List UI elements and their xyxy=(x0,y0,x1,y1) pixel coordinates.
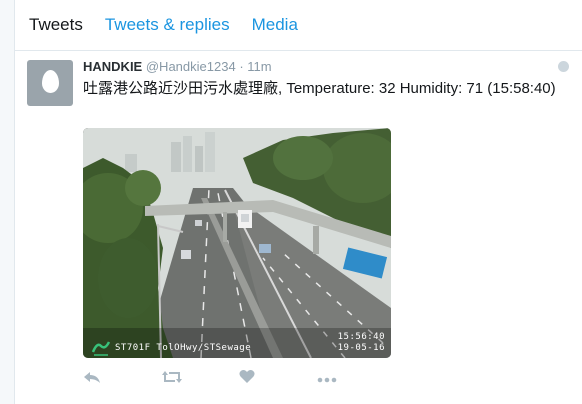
more-icon[interactable] xyxy=(317,369,337,389)
tab-tweets-and-replies[interactable]: Tweets & replies xyxy=(105,15,230,35)
camera-logo-icon xyxy=(91,341,111,356)
traffic-camera-image xyxy=(83,128,391,358)
tweet-text: 吐露港公路近沙田污水處理廠, Temperature: 32 Humidity:… xyxy=(83,80,556,97)
tweet-photo[interactable]: 15:56:40 ST701F TolOHwy/STSewage 19-05-1… xyxy=(83,128,391,358)
reply-icon[interactable] xyxy=(83,369,101,391)
tab-tweets[interactable]: Tweets xyxy=(29,15,83,35)
retweet-icon[interactable] xyxy=(161,369,183,391)
tweet[interactable]: HANDKIE @Handkie1234 · 11m 吐露港公路近沙田污水處理廠… xyxy=(15,51,582,404)
overlay-time: 15:56:40 xyxy=(337,332,385,342)
overlay-camera: ST701F TolOHwy/STSewage xyxy=(115,343,252,353)
profile-timeline-panel: Tweets Tweets & replies Media HANDKIE @H… xyxy=(14,0,582,404)
overlay-date: 19-05-16 xyxy=(337,343,385,353)
avatar[interactable] xyxy=(27,60,73,106)
tweet-actions xyxy=(83,369,383,389)
user-name[interactable]: HANDKIE xyxy=(83,59,142,74)
tweet-time[interactable]: 11m xyxy=(247,59,271,74)
tweet-header: HANDKIE @Handkie1234 · 11m xyxy=(83,59,272,74)
separator: · xyxy=(239,59,244,74)
user-handle[interactable]: @Handkie1234 xyxy=(146,59,236,74)
globe-icon xyxy=(558,61,569,72)
heart-icon[interactable] xyxy=(239,369,255,390)
profile-tabs: Tweets Tweets & replies Media xyxy=(15,0,582,51)
tab-media[interactable]: Media xyxy=(252,15,298,35)
egg-icon xyxy=(42,70,59,93)
